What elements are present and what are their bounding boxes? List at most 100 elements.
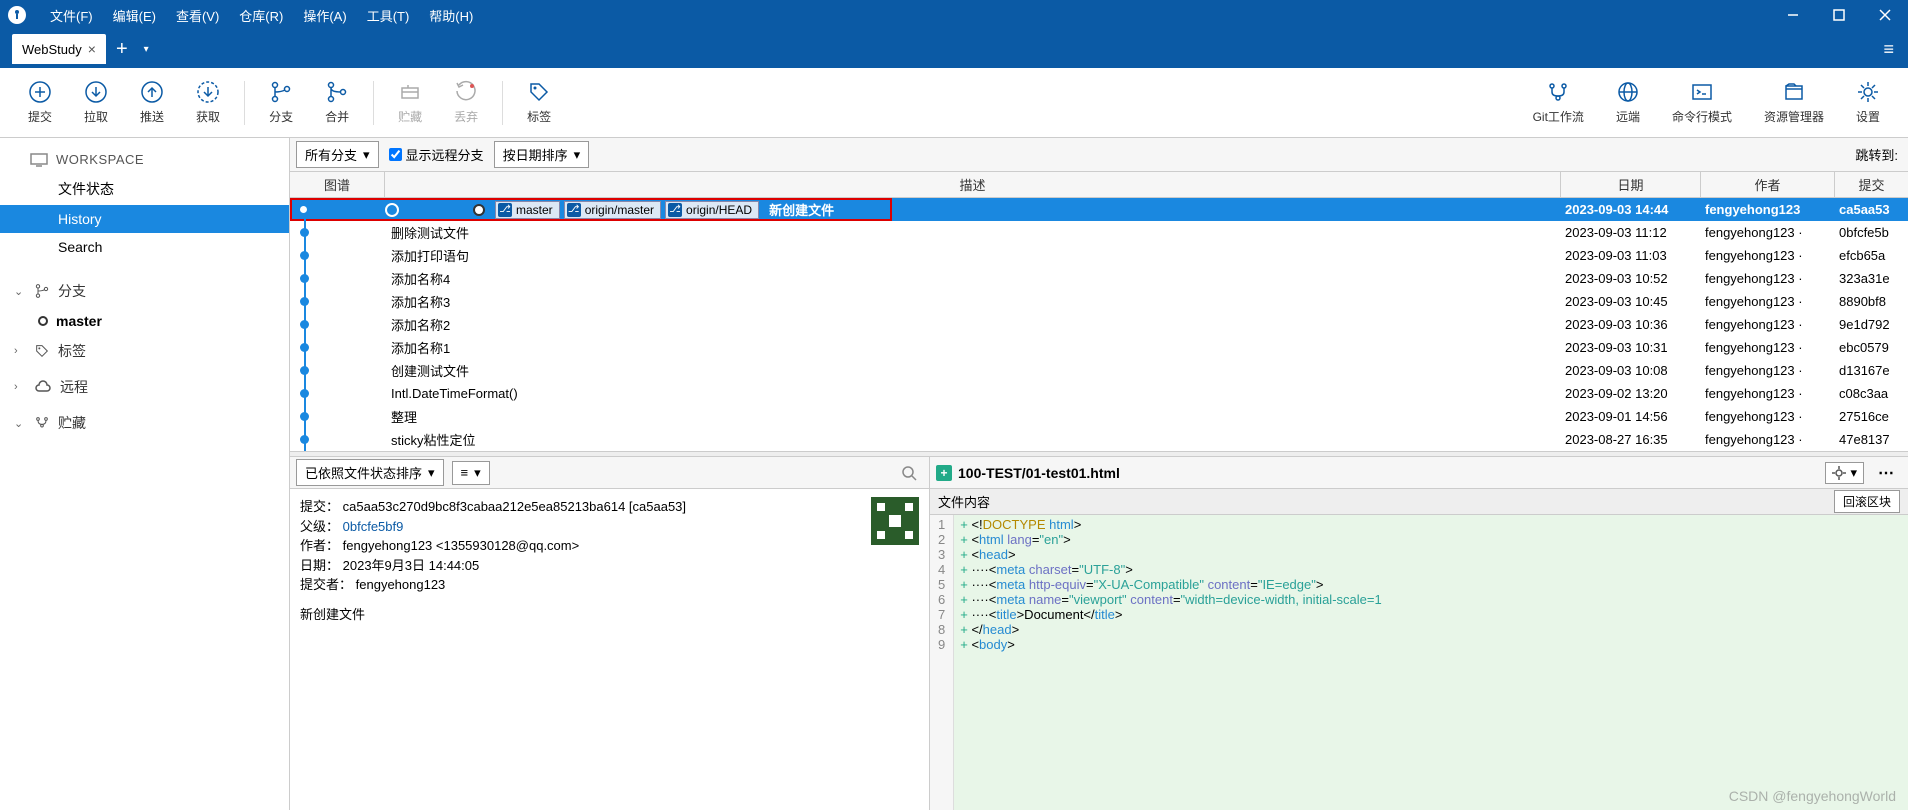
sidebar-group-tag[interactable]: ›标签 bbox=[0, 333, 289, 369]
menu-item[interactable]: 仓库(R) bbox=[229, 6, 293, 25]
tab-bar: WebStudy × + ▾ ≡ bbox=[0, 30, 1908, 68]
commit-row[interactable]: 添加名称22023-09-03 10:36fengyehong123 ·9e1d… bbox=[290, 313, 1908, 336]
menu-item[interactable]: 查看(V) bbox=[166, 6, 229, 25]
commit-date: 2023-09-03 10:45 bbox=[1561, 294, 1701, 309]
menu-item[interactable]: 文件(F) bbox=[40, 6, 103, 25]
file-sort-dropdown[interactable]: 已依照文件状态排序▾ bbox=[296, 459, 444, 486]
col-graph[interactable]: 图谱 bbox=[290, 172, 385, 197]
explorer-button[interactable]: 资源管理器 bbox=[1748, 76, 1840, 129]
repo-tab[interactable]: WebStudy × bbox=[12, 34, 106, 64]
chevron-down-icon: ▾ bbox=[363, 147, 370, 163]
commit-row[interactable]: ⎇master ⎇origin/master ⎇origin/HEAD 新创建文… bbox=[290, 198, 1908, 221]
minimize-button[interactable] bbox=[1770, 0, 1816, 30]
commit-detail: 提交： ca5aa53c270d9bc8f3cabaa212e5ea85213b… bbox=[290, 489, 929, 810]
commit-date: 2023-09-02 13:20 bbox=[1561, 386, 1701, 401]
settings-button[interactable]: 设置 bbox=[1840, 76, 1896, 129]
col-commit[interactable]: 提交 bbox=[1835, 172, 1908, 197]
commit-message: 删除测试文件 bbox=[385, 223, 469, 242]
branch-item[interactable]: master bbox=[0, 309, 289, 333]
tag-button[interactable]: 标签 bbox=[511, 76, 567, 129]
close-button[interactable] bbox=[1862, 0, 1908, 30]
commit-row[interactable]: 添加名称12023-09-03 10:31fengyehong123 ·ebc0… bbox=[290, 336, 1908, 359]
commit-date: 2023-09-03 14:44 bbox=[1561, 202, 1701, 217]
commit-message: 添加打印语句 bbox=[385, 246, 469, 265]
menu-item[interactable]: 编辑(E) bbox=[103, 6, 166, 25]
push-button[interactable]: 推送 bbox=[124, 76, 180, 129]
merge-button[interactable]: 合并 bbox=[309, 76, 365, 129]
commit-row[interactable]: Intl.DateTimeFormat()2023-09-02 13:20fen… bbox=[290, 382, 1908, 405]
commit-sha: 47e8137 bbox=[1835, 432, 1908, 447]
sidebar-item-search[interactable]: Search bbox=[0, 233, 289, 261]
tag-icon bbox=[34, 343, 50, 359]
branch-tag[interactable]: ⎇origin/master bbox=[564, 201, 661, 219]
commit-icon bbox=[28, 80, 52, 104]
parent-link[interactable]: 0bfcfe5bf9 bbox=[343, 519, 404, 534]
diff-settings-button[interactable]: ▾ bbox=[1825, 462, 1864, 484]
stash-icon bbox=[398, 80, 422, 104]
col-date[interactable]: 日期 bbox=[1561, 172, 1701, 197]
diff-panel: + 100-TEST/01-test01.html ▾ ⋯ 文件内容 回滚区块 … bbox=[930, 457, 1908, 810]
close-icon[interactable]: × bbox=[88, 41, 96, 57]
remote-button[interactable]: 远端 bbox=[1600, 76, 1656, 129]
sort-dropdown[interactable]: 按日期排序▾ bbox=[494, 141, 590, 168]
commit-message: 添加名称1 bbox=[385, 338, 450, 357]
sidebar-group-branch[interactable]: ⌄分支 bbox=[0, 273, 289, 309]
commit-row[interactable]: 添加名称32023-09-03 10:45fengyehong123 ·8890… bbox=[290, 290, 1908, 313]
commit-row[interactable]: 删除测试文件2023-09-03 11:12fengyehong123 ·0bf… bbox=[290, 221, 1908, 244]
search-icon[interactable] bbox=[901, 465, 923, 481]
branch-button[interactable]: 分支 bbox=[253, 76, 309, 129]
head-dot-icon bbox=[473, 204, 485, 216]
hamburger-icon[interactable]: ≡ bbox=[1869, 39, 1908, 60]
branch-tag[interactable]: ⎇master bbox=[495, 201, 560, 219]
fetch-button[interactable]: 获取 bbox=[180, 76, 236, 129]
cmd-icon bbox=[1690, 80, 1714, 104]
sidebar-group-stash[interactable]: ⌄贮藏 bbox=[0, 405, 289, 441]
push-icon bbox=[140, 80, 164, 104]
selection-ring-icon bbox=[385, 203, 399, 217]
col-desc[interactable]: 描述 bbox=[385, 172, 1561, 197]
sidebar-item-文件状态[interactable]: 文件状态 bbox=[0, 173, 289, 205]
commit-author: fengyehong123 · bbox=[1701, 248, 1835, 263]
chevron-icon: ⌄ bbox=[14, 417, 26, 430]
content: 所有分支▾ 显示远程分支 按日期排序▾ 跳转到: 图谱 描述 日期 作者 提交 … bbox=[290, 138, 1908, 810]
view-mode-dropdown[interactable]: ≡▾ bbox=[452, 461, 490, 485]
tab-dropdown-icon[interactable]: ▾ bbox=[138, 44, 155, 55]
menu-item[interactable]: 操作(A) bbox=[293, 6, 356, 25]
stash-button: 贮藏 bbox=[382, 76, 438, 129]
branch-icon: ⎇ bbox=[498, 203, 512, 217]
menu-item[interactable]: 帮助(H) bbox=[419, 6, 483, 25]
pull-button[interactable]: 拉取 bbox=[68, 76, 124, 129]
branch-icon bbox=[34, 283, 50, 299]
cmd-button[interactable]: 命令行模式 bbox=[1656, 76, 1748, 129]
sidebar-group-cloud[interactable]: ›远程 bbox=[0, 369, 289, 405]
commit-row[interactable]: 添加名称42023-09-03 10:52fengyehong123 ·323a… bbox=[290, 267, 1908, 290]
show-remote-checkbox[interactable]: 显示远程分支 bbox=[389, 145, 484, 164]
maximize-button[interactable] bbox=[1816, 0, 1862, 30]
commit-row[interactable]: sticky粘性定位2023-08-27 16:35fengyehong123 … bbox=[290, 428, 1908, 451]
commit-row[interactable]: 添加打印语句 2023-09-03 11:03fengyehong123 ·efc… bbox=[290, 244, 1908, 267]
branch-filter-dropdown[interactable]: 所有分支▾ bbox=[296, 141, 379, 168]
commit-author: fengyehong123 · bbox=[1701, 432, 1835, 447]
col-author[interactable]: 作者 bbox=[1701, 172, 1835, 197]
commit-row[interactable]: 整理2023-09-01 14:56fengyehong123 ·27516ce bbox=[290, 405, 1908, 428]
more-button[interactable]: ⋯ bbox=[1870, 461, 1902, 485]
branch-tag[interactable]: ⎇origin/HEAD bbox=[665, 201, 759, 219]
remote-icon bbox=[1616, 80, 1640, 104]
commit-sha: 27516ce bbox=[1835, 409, 1908, 424]
explorer-icon bbox=[1782, 80, 1806, 104]
diff-body[interactable]: 123456789 + <!DOCTYPE html>+ <html lang=… bbox=[930, 515, 1908, 810]
commit-sha: efcb65a bbox=[1835, 248, 1908, 263]
menu-item[interactable]: 工具(T) bbox=[357, 6, 420, 25]
commit-message: 添加名称4 bbox=[385, 269, 450, 288]
commit-date: 2023-09-03 11:03 bbox=[1561, 248, 1701, 263]
sidebar-item-history[interactable]: History bbox=[0, 205, 289, 233]
rollback-button[interactable]: 回滚区块 bbox=[1834, 490, 1900, 513]
head-indicator-icon bbox=[38, 316, 48, 326]
title-bar: 文件(F)编辑(E)查看(V)仓库(R)操作(A)工具(T)帮助(H) bbox=[0, 0, 1908, 30]
branch-icon: ⎇ bbox=[668, 203, 682, 217]
gear-icon bbox=[1832, 466, 1846, 480]
commit-button[interactable]: 提交 bbox=[12, 76, 68, 129]
commit-row[interactable]: 创建测试文件2023-09-03 10:08fengyehong123 ·d13… bbox=[290, 359, 1908, 382]
gitflow-button[interactable]: Git工作流 bbox=[1517, 76, 1600, 129]
add-tab-button[interactable]: + bbox=[106, 38, 138, 61]
